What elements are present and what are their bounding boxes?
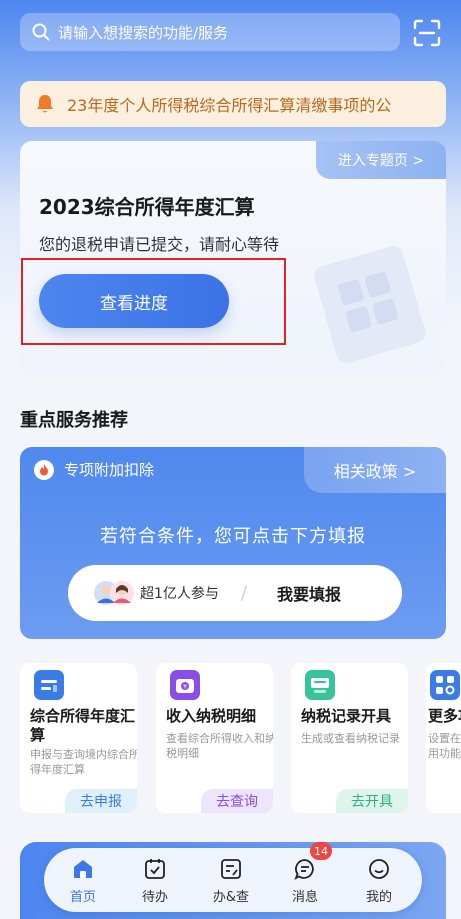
card-name: 纳税记录开具 <box>301 707 392 725</box>
notice-text: 23年度个人所得税综合所得汇算清缴事项的公 <box>67 96 392 115</box>
handle-query-icon <box>221 859 241 879</box>
tab-label: 办&查 <box>212 890 250 905</box>
fill-report-pill[interactable]: 超1亿人参与 / 我要填报 <box>68 565 402 621</box>
tab-label: 首页 <box>69 890 96 905</box>
tab-label: 待办 <box>141 890 168 905</box>
tab-messages[interactable]: 消息 <box>280 858 330 905</box>
go-declare-button[interactable]: 去申报 <box>65 789 137 813</box>
special-deduction-card: 专项附加扣除 相关政策 > 若符合条件，您可点击下方填报 超1亿人参与 / 我要… <box>20 447 446 639</box>
card-name: 更多功 <box>428 707 461 725</box>
bell-icon <box>37 95 53 113</box>
highlight-frame <box>21 258 286 345</box>
tab-handle-query[interactable]: 办&查 <box>206 858 256 905</box>
message-icon <box>294 859 314 880</box>
go-issue-button[interactable]: 去开具 <box>336 789 408 813</box>
tab-profile[interactable]: 我的 <box>354 858 404 905</box>
fill-report-button[interactable]: 我要填报 <box>277 581 341 605</box>
document-decoration-icon <box>314 246 426 363</box>
enter-topic-link[interactable]: 进入专题页 > <box>316 141 446 179</box>
income-detail-icon: ¥ <box>170 670 200 700</box>
related-policy-link[interactable]: 相关政策 > <box>304 447 446 493</box>
svg-text:¥: ¥ <box>183 684 187 691</box>
more-icon <box>430 670 460 700</box>
avatars-icon <box>94 581 134 605</box>
tax-report-icon <box>34 670 64 700</box>
tab-home[interactable]: 首页 <box>58 858 108 905</box>
card-desc: 查看综合所得收入和纳税明细 <box>166 732 273 760</box>
hero-subtitle: 您的退税申请已提交，请耐心等待 <box>39 235 280 254</box>
flame-icon <box>34 459 54 480</box>
notice-banner[interactable]: 23年度个人所得税综合所得汇算清缴事项的公 <box>20 81 446 127</box>
participants-count: 超1亿人参与 <box>140 586 219 602</box>
card-desc: 设置在用功能 <box>428 732 461 760</box>
promo-headline: 若符合条件，您可点击下方填报 <box>100 526 366 547</box>
card-desc: 生成或查看纳税记录 <box>301 732 400 745</box>
service-card-income-detail[interactable]: ¥ 收入纳税明细 查看综合所得收入和纳税明细 去查询 <box>156 663 273 813</box>
card-desc: 申报与查询境内综合所得年度汇算 <box>30 748 137 776</box>
tab-todo[interactable]: 待办 <box>130 858 180 905</box>
section-title: 重点服务推荐 <box>20 410 128 431</box>
tab-label: 消息 <box>291 890 318 905</box>
scan-icon[interactable] <box>413 19 441 47</box>
search-icon <box>32 23 50 41</box>
service-card-tax-record[interactable]: 纳税记录开具 生成或查看纳税记录 去开具 <box>291 663 408 813</box>
message-badge: 14 <box>310 842 332 860</box>
promo-tag: 专项附加扣除 <box>34 459 154 480</box>
service-card-more[interactable]: 更多功 设置在用功能 <box>426 663 461 813</box>
service-card-annual-settlement[interactable]: 综合所得年度汇算 申报与查询境内综合所得年度汇算 去申报 <box>20 663 137 813</box>
promo-tag-label: 专项附加扣除 <box>64 461 155 479</box>
hero-title: 2023综合所得年度汇算 <box>39 195 255 219</box>
profile-icon <box>369 859 389 879</box>
service-card-row[interactable]: 综合所得年度汇算 申报与查询境内综合所得年度汇算 去申报 ¥ 收入纳税明细 查看… <box>20 663 461 813</box>
search-placeholder: 请输入想搜索的功能/服务 <box>58 23 229 42</box>
go-query-button[interactable]: 去查询 <box>201 789 273 813</box>
home-icon <box>74 860 92 878</box>
tab-label: 我的 <box>365 890 392 905</box>
tax-record-icon <box>305 670 335 700</box>
todo-icon <box>145 859 165 879</box>
pill-separator: / <box>240 582 247 604</box>
bottom-tab-bar: 首页 待办 办&查 消息 14 我的 <box>44 842 422 912</box>
card-name: 收入纳税明细 <box>166 707 257 725</box>
search-bar[interactable]: 请输入想搜索的功能/服务 <box>20 13 400 51</box>
card-name: 综合所得年度汇算 <box>30 707 136 744</box>
